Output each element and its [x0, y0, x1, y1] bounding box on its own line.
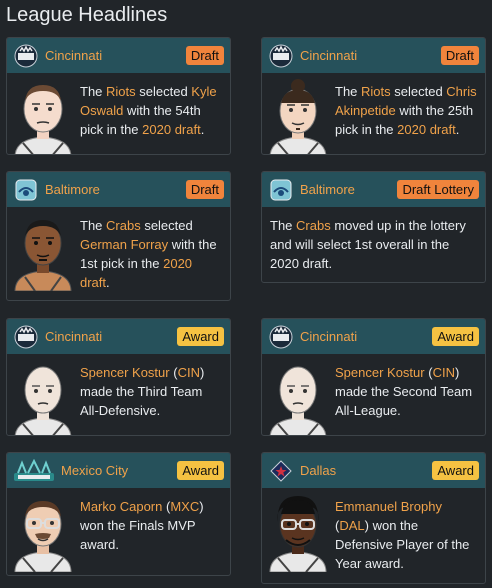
riots-logo-icon[interactable] — [268, 43, 294, 69]
page-title: League Headlines — [6, 4, 168, 26]
headline-text: Marko Caporn (MXC) won the Finals MVP aw… — [80, 499, 204, 552]
draft-badge: Draft — [185, 180, 224, 199]
crabs-logo-icon[interactable] — [268, 177, 294, 203]
card-header: Cincinnati Draft — [262, 38, 485, 73]
headline-text: Emmanuel Brophy (DAL) won the Defensive … — [335, 499, 470, 571]
headline-card: Baltimore Draft The Crabs selected Germa… — [6, 171, 231, 301]
draft-badge: Draft — [440, 46, 479, 65]
player-face-icon[interactable] — [268, 492, 328, 572]
card-header: Cincinnati Award — [7, 319, 230, 354]
card-header: Cincinnati Draft — [7, 38, 230, 73]
award-badge: Award — [177, 461, 224, 480]
draft-link[interactable]: 2020 draft — [397, 122, 456, 137]
player-link[interactable]: Spencer Kostur — [335, 365, 425, 380]
team-nickname-link[interactable]: Riots — [106, 84, 136, 99]
headline-text: The Riots selected Kyle Oswald with the … — [80, 84, 217, 137]
card-header: Baltimore Draft — [7, 172, 230, 207]
card-header: Dallas Award — [262, 453, 485, 488]
dallas-logo-icon[interactable] — [268, 458, 294, 484]
award-badge: Award — [432, 327, 479, 346]
headline-text: Spencer Kostur (CIN) made the Third Team… — [80, 365, 205, 418]
card-header: Cincinnati Award — [262, 319, 485, 354]
draft-lottery-badge: Draft Lottery — [397, 180, 479, 199]
player-face-icon[interactable] — [13, 358, 73, 436]
headline-card: Cincinnati Draft The Riots selected Kyle… — [6, 37, 231, 155]
team-abbrev-link[interactable]: CIN — [433, 365, 455, 380]
player-link[interactable]: Spencer Kostur — [80, 365, 170, 380]
player-link[interactable]: German Forray — [80, 237, 168, 252]
team-link[interactable]: Dallas — [300, 463, 432, 478]
team-link[interactable]: Cincinnati — [300, 329, 432, 344]
card-header: Baltimore Draft Lottery — [262, 172, 485, 207]
headline-card: Cincinnati Award Spencer Kostur (CIN) ma… — [6, 318, 231, 436]
team-link[interactable]: Mexico City — [61, 463, 177, 478]
headline-card: Dallas Award Emmanuel Brophy (DAL) won t… — [261, 452, 486, 584]
draft-link[interactable]: 2020 draft — [142, 122, 201, 137]
headline-text: The Crabs moved up in the lottery and wi… — [270, 218, 466, 271]
riots-logo-icon[interactable] — [13, 43, 39, 69]
draft-badge: Draft — [185, 46, 224, 65]
riots-logo-icon[interactable] — [13, 324, 39, 350]
player-face-icon[interactable] — [268, 77, 328, 155]
team-nickname-link[interactable]: Crabs — [296, 218, 331, 233]
headline-card: Baltimore Draft Lottery The Crabs moved … — [261, 171, 486, 283]
team-abbrev-link[interactable]: CIN — [178, 365, 200, 380]
player-link[interactable]: Marko Caporn — [80, 499, 162, 514]
headline-card: Cincinnati Award Spencer Kostur (CIN) ma… — [261, 318, 486, 436]
team-link[interactable]: Cincinnati — [300, 48, 441, 63]
player-face-icon[interactable] — [13, 492, 73, 572]
headline-text: The Riots selected Chris Akinpetide with… — [335, 84, 477, 137]
headline-card: Mexico City Award Marko Caporn (MXC) won… — [6, 452, 231, 576]
player-face-icon[interactable] — [13, 211, 73, 291]
team-link[interactable]: Cincinnati — [45, 48, 186, 63]
team-nickname-link[interactable]: Riots — [361, 84, 391, 99]
award-badge: Award — [177, 327, 224, 346]
player-link[interactable]: Emmanuel Brophy — [335, 499, 442, 514]
riots-logo-icon[interactable] — [268, 324, 294, 350]
player-face-icon[interactable] — [268, 358, 328, 436]
team-abbrev-link[interactable]: DAL — [339, 518, 364, 533]
award-badge: Award — [432, 461, 479, 480]
team-nickname-link[interactable]: Crabs — [106, 218, 141, 233]
headline-card: Cincinnati Draft The Riots selected Chri… — [261, 37, 486, 155]
team-link[interactable]: Cincinnati — [45, 329, 177, 344]
team-link[interactable]: Baltimore — [300, 182, 397, 197]
team-link[interactable]: Baltimore — [45, 182, 186, 197]
aztecs-logo-icon[interactable] — [13, 458, 55, 484]
card-header: Mexico City Award — [7, 453, 230, 488]
headline-text: Spencer Kostur (CIN) made the Second Tea… — [335, 365, 473, 418]
player-face-icon[interactable] — [13, 77, 73, 155]
team-abbrev-link[interactable]: MXC — [170, 499, 199, 514]
headline-text: The Crabs selected German Forray with th… — [80, 218, 217, 290]
crabs-logo-icon[interactable] — [13, 177, 39, 203]
